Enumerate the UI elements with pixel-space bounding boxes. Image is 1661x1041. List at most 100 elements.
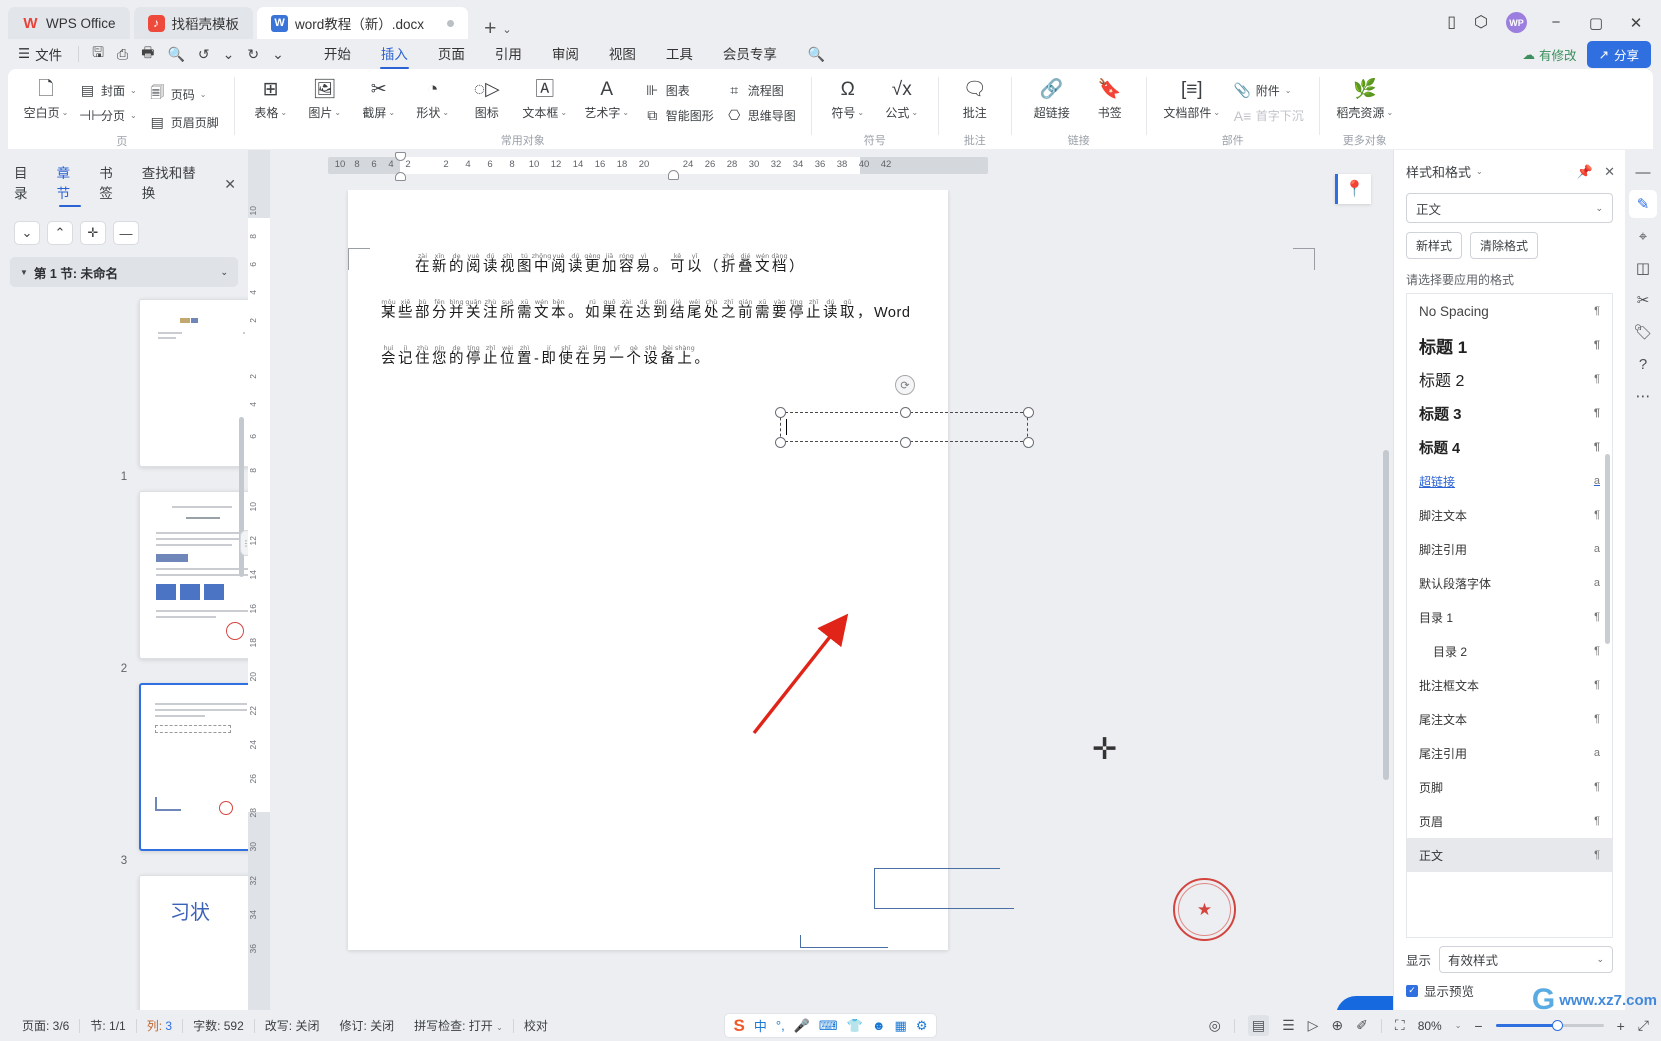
style-list-item[interactable]: 标题 2 ¶ [1407, 362, 1612, 396]
print-icon[interactable]: 🖶 [136, 40, 159, 68]
horizontal-ruler[interactable]: 10 8 6 4 2 2 4 6 8 10 12 14 16 18 20 24 … [270, 150, 1393, 181]
fullscreen-icon[interactable]: ⤢ [1638, 1017, 1649, 1034]
page-number-button[interactable]: 🗐 页码 ⌄ [144, 80, 224, 108]
app-tab-wps-office[interactable]: W WPS Office [8, 7, 130, 39]
style-list-item[interactable]: 标题 4 ¶ [1407, 430, 1612, 464]
zoom-level[interactable]: 80% [1418, 1019, 1442, 1033]
web-view-icon[interactable]: ⊕ [1331, 1017, 1343, 1034]
page-break-button[interactable]: ⊣⊢ 分页 ⌄ [74, 105, 142, 126]
more-icon[interactable]: ⋯ [1629, 382, 1657, 410]
scissors-icon[interactable]: ✂ [1629, 286, 1657, 314]
avatar[interactable]: WP [1506, 12, 1527, 33]
page-view-icon[interactable]: ▤ [1247, 1015, 1270, 1036]
hanging-indent-marker[interactable] [395, 172, 406, 181]
zoom-out-button[interactable]: − [1474, 1018, 1482, 1034]
styles-scrollbar[interactable] [1605, 454, 1610, 644]
cube-icon[interactable]: ⬡ [1474, 14, 1488, 31]
symbol-button[interactable]: Ω 符号 ⌄ [822, 75, 874, 123]
zoom-slider-knob[interactable] [1551, 1020, 1563, 1031]
minimize-panel-icon[interactable]: — [1629, 158, 1657, 186]
tab-member[interactable]: 会员专享 [710, 40, 790, 69]
resize-handle-nw[interactable] [775, 407, 786, 418]
shape-icon[interactable]: ◫ [1629, 254, 1657, 282]
status-column[interactable]: 列: 3 [137, 1017, 182, 1034]
minimize-button[interactable]: − [1545, 14, 1567, 31]
close-button[interactable]: ✕ [1625, 14, 1647, 32]
zoom-slider[interactable] [1495, 1020, 1604, 1031]
status-section[interactable]: 节: 1/1 [80, 1017, 135, 1034]
undo-chevron-down-icon[interactable]: ⌄ [218, 44, 240, 65]
emoji-icon[interactable]: ☻ [872, 1018, 886, 1033]
fit-page-icon[interactable]: ⛶ [1395, 1017, 1405, 1034]
formula-button[interactable]: √x 公式 ⌄ [876, 75, 928, 123]
ime-mode-label[interactable]: 中 [754, 1016, 767, 1035]
status-revision[interactable]: 修订: 关闭 [329, 1017, 404, 1034]
nav-tab-sections[interactable]: 章节 [57, 162, 84, 207]
tab-reference[interactable]: 引用 [482, 40, 535, 69]
nav-tab-bookmarks[interactable]: 书签 [99, 162, 126, 207]
style-list-item[interactable]: 批注框文本 ¶ [1407, 668, 1612, 702]
search-icon[interactable]: 🔍 [808, 46, 825, 63]
style-list-item[interactable]: 目录 1 ¶ [1407, 600, 1612, 634]
status-spellcheck[interactable]: 拼写检查: 打开 ⌄ [404, 1017, 513, 1034]
save-icon[interactable]: 🖫 [87, 40, 109, 68]
thumbnail-page[interactable]: 1 [60, 299, 248, 483]
cursor-icon[interactable]: ⌖ [1629, 222, 1657, 250]
tab-tools[interactable]: 工具 [653, 40, 706, 69]
tab-view[interactable]: 视图 [596, 40, 649, 69]
status-word-count[interactable]: 字数: 592 [183, 1017, 254, 1034]
thumbnail-page[interactable]: 2 [60, 491, 248, 675]
resize-handle-n[interactable] [900, 407, 911, 418]
tab-start[interactable]: 开始 [311, 40, 364, 69]
apps-icon[interactable]: ▦ [895, 1018, 907, 1034]
style-list-item[interactable]: 页眉 ¶ [1407, 804, 1612, 838]
style-list-item[interactable]: 尾注文本 ¶ [1407, 702, 1612, 736]
new-tab-button[interactable]: + [478, 18, 502, 39]
style-list-item[interactable]: 目录 2 ¶ [1407, 634, 1612, 668]
undo-icon[interactable]: ↺ [193, 44, 215, 65]
header-footer-button[interactable]: ▤ 页眉页脚 [144, 112, 224, 133]
style-list-item[interactable]: 脚注文本 ¶ [1407, 498, 1612, 532]
thumbnail-page[interactable]: 习状 4 [60, 875, 248, 1010]
outline-view-icon[interactable]: ☰ [1282, 1017, 1295, 1034]
edit-pen-icon[interactable]: ✎ [1629, 190, 1657, 218]
punct-icon[interactable]: °, [776, 1018, 785, 1033]
status-overwrite[interactable]: 改写: 关闭 [255, 1017, 330, 1034]
keyboard-icon[interactable]: ⌨ [819, 1018, 838, 1034]
picture-button[interactable]: 🖼 图片 ⌄ [299, 75, 351, 123]
app-tab-word-document[interactable]: W word教程（新）.docx [257, 7, 469, 39]
right-indent-marker[interactable] [668, 170, 679, 180]
plus-icon[interactable]: ✛ [80, 221, 106, 245]
textbox-button[interactable]: 🄰 文本框 ⌄ [515, 75, 575, 123]
marker-icon[interactable]: ✐ [1356, 1017, 1368, 1034]
eye-icon[interactable]: ◎ [1209, 1017, 1221, 1034]
styles-list[interactable]: No Spacing ¶ 标题 1 ¶ 标题 2 ¶ 标题 3 ¶ 标题 4 ¶ 超链接 a 脚注文本 ¶… [1406, 293, 1613, 938]
settings-icon[interactable]: ⚙ [916, 1018, 928, 1034]
tab-page[interactable]: 页面 [425, 40, 478, 69]
minus-icon[interactable]: — [113, 221, 139, 245]
skin-icon[interactable]: 👕 [847, 1018, 863, 1034]
resize-handle-sw[interactable] [775, 437, 786, 448]
sync-status[interactable]: ☁ 有修改 [1522, 45, 1576, 64]
document-area[interactable]: 10 8 6 4 2 2 4 6 8 10 12 14 16 18 20 24 … [270, 150, 1393, 1010]
nav-tab-contents[interactable]: 目录 [14, 162, 41, 207]
page-canvas[interactable]: zài 在 xīn 新 de 的 yuè 阅 dú 读 shì 视 tú 图 zhōng 中 yuè 阅 dú 读 gè… [270, 190, 1393, 1010]
current-style-select[interactable]: 正文 ⌄ [1406, 193, 1613, 223]
share-button[interactable]: ↗ 分享 [1586, 40, 1651, 68]
close-icon[interactable]: ✕ [224, 176, 236, 193]
pin-icon[interactable]: 📌 [1577, 164, 1593, 180]
document-scrollbar[interactable] [1383, 450, 1389, 780]
find-icon[interactable]: 🔍 [162, 44, 189, 65]
sogou-icon[interactable]: S [734, 1016, 745, 1036]
thumbnail-page-selected[interactable]: 3 [60, 683, 248, 867]
quickaccess-chevron-down-icon[interactable]: ⌄ [267, 44, 289, 65]
mindmap-button[interactable]: ⎔ 思维导图 [721, 105, 801, 126]
redo-icon[interactable]: ↻ [242, 44, 264, 65]
read-view-icon[interactable]: ▷ [1308, 1017, 1319, 1034]
style-list-item[interactable]: 超链接 a [1407, 464, 1612, 498]
chevron-down-icon[interactable]: ⌄ [220, 267, 228, 278]
section-header[interactable]: ▼ 第 1 节: 未命名 ⌄ [10, 257, 238, 287]
mic-icon[interactable]: 🎤 [794, 1018, 810, 1034]
style-list-item[interactable]: 页脚 ¶ [1407, 770, 1612, 804]
chevron-up-icon[interactable]: ⌃ [47, 221, 73, 245]
